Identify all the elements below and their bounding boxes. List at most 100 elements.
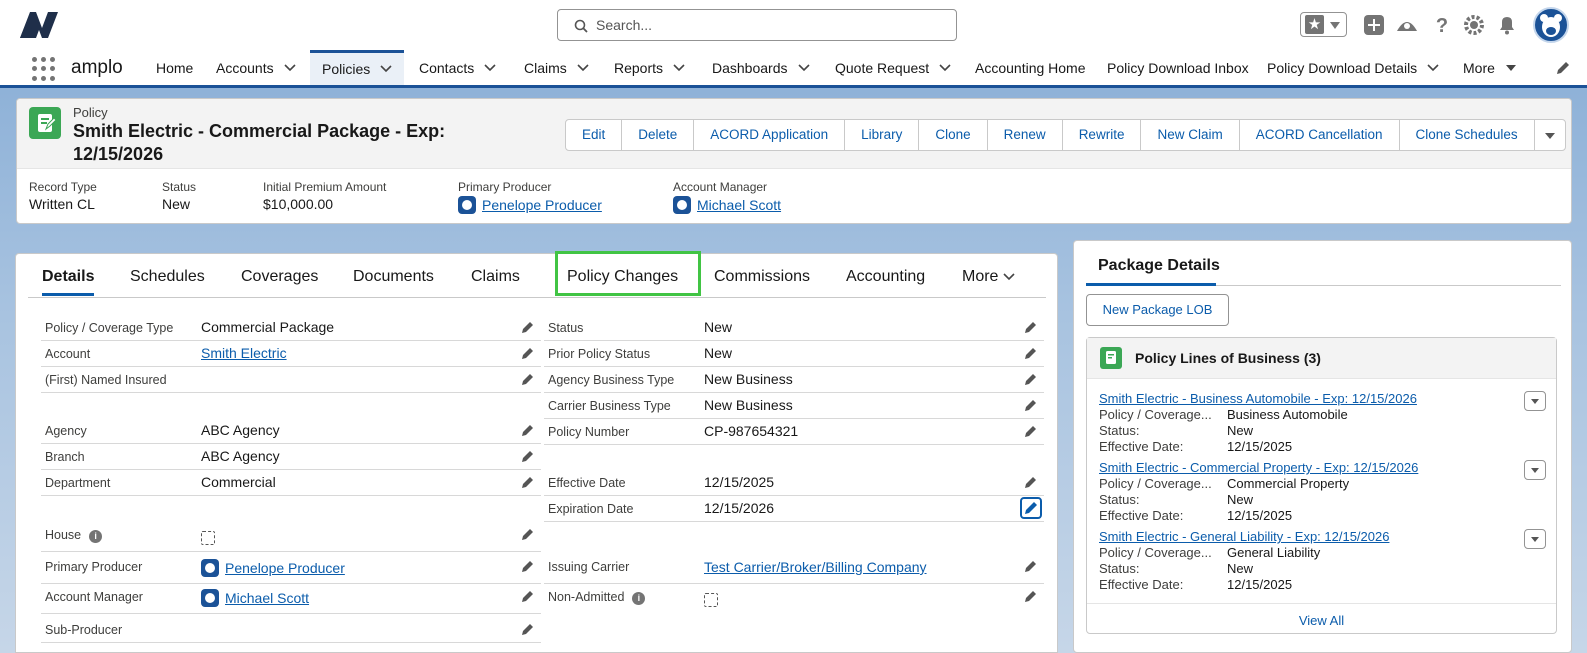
issuing-carrier-link[interactable]: Test Carrier/Broker/Billing Company	[704, 559, 927, 575]
pencil-icon[interactable]	[1024, 559, 1038, 573]
rewrite-button[interactable]: Rewrite	[1063, 120, 1142, 150]
chevron-down-icon[interactable]	[939, 64, 951, 72]
global-search[interactable]	[557, 9, 957, 41]
pencil-icon[interactable]	[521, 449, 535, 463]
amplo-logo[interactable]	[18, 10, 60, 40]
new-claim-button[interactable]: New Claim	[1141, 120, 1240, 150]
pencil-icon[interactable]	[521, 423, 535, 437]
nav-item-quote-request[interactable]: Quote Request	[835, 50, 951, 85]
related-list-title[interactable]: Policy Lines of Business (3)	[1135, 350, 1321, 366]
nav-item-accounting-home[interactable]: Accounting Home	[975, 50, 1086, 85]
nav-item-claims[interactable]: Claims	[524, 50, 589, 85]
pencil-icon[interactable]	[521, 372, 535, 386]
non-admitted-checkbox[interactable]	[704, 592, 718, 608]
house-checkbox[interactable]	[201, 530, 215, 546]
pencil-icon[interactable]	[521, 320, 535, 334]
primary-producer-link[interactable]: Penelope Producer	[225, 560, 345, 576]
pencil-icon[interactable]	[1022, 499, 1040, 517]
avatar[interactable]	[1533, 7, 1569, 43]
tab-documents[interactable]: Documents	[353, 268, 434, 286]
field-row-policy-number: Policy Number CP-987654321	[544, 419, 1044, 445]
bell-icon[interactable]	[1495, 13, 1519, 37]
pencil-icon[interactable]	[521, 346, 535, 360]
chevron-down-icon[interactable]	[1535, 120, 1565, 150]
tab-more[interactable]: More	[962, 268, 1015, 286]
add-icon[interactable]	[1362, 13, 1386, 37]
chevron-down-icon[interactable]	[673, 64, 685, 72]
pencil-icon[interactable]	[1024, 589, 1038, 603]
help-icon[interactable]: ?	[1430, 13, 1454, 37]
edit-expiration-date-button[interactable]	[1020, 497, 1042, 519]
pencil-icon[interactable]	[521, 475, 535, 489]
svg-text:?: ?	[1436, 15, 1448, 37]
trailhead-icon[interactable]	[1395, 13, 1419, 37]
field-row-sub-producer: Sub-Producer	[41, 617, 541, 643]
lob-link[interactable]: Smith Electric - Business Automobile - E…	[1099, 391, 1417, 406]
acord-application-button[interactable]: ACORD Application	[694, 120, 846, 150]
row-actions-dropdown[interactable]	[1524, 529, 1546, 549]
pencil-icon[interactable]	[521, 527, 535, 541]
tab-coverages[interactable]: Coverages	[241, 268, 318, 286]
nav-item-more[interactable]: More	[1463, 50, 1517, 85]
account-manager-link[interactable]: Michael Scott	[225, 590, 309, 606]
renew-button[interactable]: Renew	[988, 120, 1063, 150]
tab-policy-changes[interactable]: Policy Changes	[567, 268, 678, 286]
favorites-button[interactable]: ★	[1300, 12, 1347, 37]
nav-item-policy-download-inbox[interactable]: Policy Download Inbox	[1107, 50, 1249, 85]
pencil-icon[interactable]	[1024, 475, 1038, 489]
library-button[interactable]: Library	[845, 120, 920, 150]
chevron-down-icon[interactable]	[1427, 64, 1439, 72]
primary-producer-link[interactable]: Penelope Producer	[482, 197, 602, 213]
package-details-title[interactable]: Package Details	[1098, 257, 1220, 275]
nav-item-dashboards[interactable]: Dashboards	[712, 50, 810, 85]
nav-item-policy-download-details[interactable]: Policy Download Details	[1267, 50, 1439, 85]
chevron-down-icon[interactable]	[577, 64, 589, 72]
account-manager-link[interactable]: Michael Scott	[697, 197, 781, 213]
nav-item-home[interactable]: Home	[156, 50, 193, 85]
pencil-icon[interactable]	[521, 589, 535, 603]
tab-accounting[interactable]: Accounting	[846, 268, 925, 286]
gear-icon[interactable]	[1462, 13, 1486, 37]
app-launcher-icon[interactable]	[32, 57, 56, 81]
chevron-down-icon[interactable]	[380, 65, 392, 73]
lob-link[interactable]: Smith Electric - Commercial Property - E…	[1099, 460, 1418, 475]
chevron-down-icon[interactable]	[797, 64, 810, 72]
chevron-down-icon[interactable]	[484, 64, 496, 72]
acord-cancellation-button[interactable]: ACORD Cancellation	[1240, 120, 1400, 150]
nav-item-reports[interactable]: Reports	[614, 50, 685, 85]
row-actions-dropdown[interactable]	[1524, 460, 1546, 480]
chevron-down-icon[interactable]	[1330, 22, 1340, 29]
tab-claims[interactable]: Claims	[471, 268, 520, 286]
pencil-icon[interactable]	[521, 559, 535, 573]
account-link[interactable]: Smith Electric	[201, 345, 287, 361]
clone-schedules-button[interactable]: Clone Schedules	[1400, 120, 1535, 150]
pencil-icon[interactable]	[1024, 346, 1038, 360]
pencil-icon[interactable]	[1024, 398, 1038, 412]
more-actions-button[interactable]	[1535, 120, 1565, 150]
info-icon[interactable]: i	[632, 592, 646, 605]
pencil-icon[interactable]	[1024, 424, 1038, 438]
nav-item-policies[interactable]: Policies	[310, 50, 405, 85]
pencil-icon[interactable]	[521, 622, 535, 636]
tab-commissions[interactable]: Commissions	[714, 268, 810, 286]
pencil-icon[interactable]	[1024, 320, 1038, 334]
row-actions-dropdown[interactable]	[1524, 391, 1546, 411]
chevron-down-icon[interactable]	[1003, 273, 1015, 281]
search-input[interactable]	[596, 16, 936, 34]
tab-details[interactable]: Details	[42, 268, 95, 296]
clone-button[interactable]: Clone	[919, 120, 988, 150]
pencil-icon[interactable]	[1024, 372, 1038, 386]
delete-button[interactable]: Delete	[622, 120, 695, 150]
edit-button[interactable]: Edit	[566, 120, 623, 150]
nav-item-contacts[interactable]: Contacts	[419, 50, 496, 85]
star-icon[interactable]: ★	[1305, 15, 1324, 34]
edit-nav-pencil-icon[interactable]	[1555, 60, 1571, 76]
nav-item-accounts[interactable]: Accounts	[216, 50, 296, 85]
view-all-link[interactable]: View All	[1087, 603, 1556, 634]
caret-down-icon[interactable]	[1505, 64, 1517, 72]
lob-link[interactable]: Smith Electric - General Liability - Exp…	[1099, 529, 1389, 544]
tab-schedules[interactable]: Schedules	[130, 268, 205, 286]
chevron-down-icon[interactable]	[284, 64, 296, 72]
new-package-lob-button[interactable]: New Package LOB	[1086, 294, 1229, 326]
info-icon[interactable]: i	[89, 530, 103, 543]
